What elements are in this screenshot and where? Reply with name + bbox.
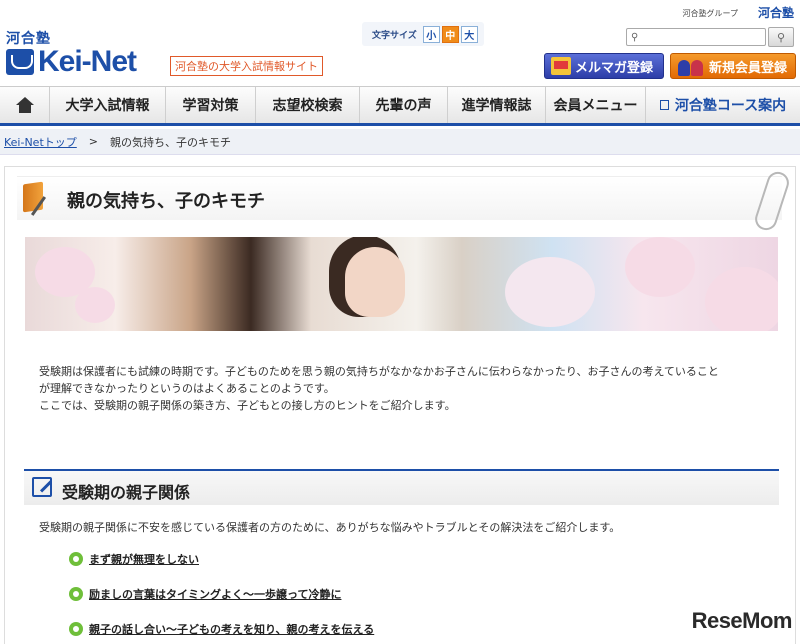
book-logo-icon [6,49,34,75]
site-header: 河合塾 Kei-Net 河合塾の大学入試情報サイト 文字サイズ 小 中 大 ⚲ … [0,22,800,86]
blossom-shape [705,267,778,331]
breadcrumb-current: 親の気持ち、子のキモチ [110,135,231,149]
nav-exam-info[interactable]: 大学入試情報 [50,87,166,123]
topic-link[interactable]: 励ましの言葉はタイミングよく～一歩譲って冷静に [89,586,341,602]
topic-link[interactable]: 親子の話し合い～子どもの考えを知り、親の考えを伝える [89,621,374,637]
main-nav: 大学入試情報 学習対策 志望校検索 先輩の声 進学情報誌 会員メニュー 河合塾コ… [0,86,800,126]
section-description: 受験期の親子関係に不安を感じている保護者の方のために、ありがちな悩みやトラブルと… [39,521,621,534]
green-circle-bullet-icon [69,622,83,636]
blossom-shape [625,237,695,297]
top-strip: 河合塾グループ 河合塾 [0,0,800,22]
brand-logo[interactable]: Kei-Net [6,45,137,78]
mail-icon [551,57,571,75]
magnifier-icon: ⚲ [776,30,786,44]
topic-link[interactable]: まず親が無理をしない [89,551,199,567]
main-content: 親の気持ち、子のキモチ 受験期は保護者にも試練の時期です。子どものためを思う親の… [4,166,796,644]
green-circle-bullet-icon [69,587,83,601]
intro-text: 受験期は保護者にも試練の時期です。子どものためを思う親の気持ちがなかなかお子さん… [39,363,775,414]
section-title: 受験期の親子関係 [62,483,191,502]
hero-image [25,237,778,331]
nav-course-guide[interactable]: 河合塾コース案内 [646,87,800,123]
nav-senior-voices[interactable]: 先輩の声 [360,87,448,123]
blossom-shape [505,257,595,327]
edit-pencil-icon [32,477,52,497]
breadcrumb: Kei-Netトップ > 親の気持ち、子のキモチ [0,129,800,155]
nav-member-menu[interactable]: 会員メニュー [546,87,646,123]
page-title: 親の気持ち、子のキモチ [67,191,265,212]
section-header: 受験期の親子関係 [24,469,779,505]
font-size-medium-button[interactable]: 中 [441,25,459,43]
people-icon [676,56,706,78]
nav-home[interactable] [0,87,50,123]
topic-item[interactable]: 励ましの言葉はタイミングよく～一歩譲って冷静に [69,585,341,603]
font-size-switcher: 文字サイズ 小 中 大 [362,22,484,46]
blossom-shape [75,287,115,323]
external-window-icon [659,100,669,110]
font-size-large-button[interactable]: 大 [460,25,478,43]
brand-name: Kei-Net [38,45,137,78]
green-circle-bullet-icon [69,552,83,566]
nav-course-label: 河合塾コース案内 [674,98,787,114]
register-label: 新規会員登録 [709,60,788,76]
search-button[interactable]: ⚲ [768,27,794,47]
group-logo[interactable]: 河合塾 [758,4,794,21]
brand-tagline: 河合塾の大学入試情報サイト [170,56,323,76]
intro-line: ここでは、受験期の親子関係の築き方、子どもとの接し方のヒントをご紹介します。 [39,399,456,412]
hero-person [345,247,405,317]
intro-line: が理解できなかったりというのはよくあることのようです。 [39,382,335,395]
breadcrumb-separator: > [88,135,98,148]
nav-magazine[interactable]: 進学情報誌 [448,87,546,123]
font-size-label: 文字サイズ [372,30,417,41]
watermark-logo: ReseMom [691,608,793,633]
breadcrumb-home-link[interactable]: Kei-Netトップ [4,134,77,150]
register-button[interactable]: 新規会員登録 [670,53,796,79]
group-label: 河合塾グループ [682,9,738,18]
home-icon [15,97,34,113]
mailmag-button[interactable]: メルマガ登録 [544,53,664,79]
mailmag-label: メルマガ登録 [575,60,654,76]
font-size-small-button[interactable]: 小 [422,25,440,43]
search-icon: ⚲ [631,32,639,43]
intro-line: 受験期は保護者にも試練の時期です。子どものためを思う親の気持ちがなかなかお子さん… [39,365,719,378]
search-input[interactable]: ⚲ [626,28,766,46]
topic-item[interactable]: まず親が無理をしない [69,550,199,568]
nav-school-search[interactable]: 志望校検索 [256,87,360,123]
topic-item[interactable]: 親子の話し合い～子どもの考えを知り、親の考えを伝える [69,620,374,638]
book-icon [21,181,49,215]
page-title-bar: 親の気持ち、子のキモチ [17,176,782,220]
nav-study[interactable]: 学習対策 [166,87,256,123]
